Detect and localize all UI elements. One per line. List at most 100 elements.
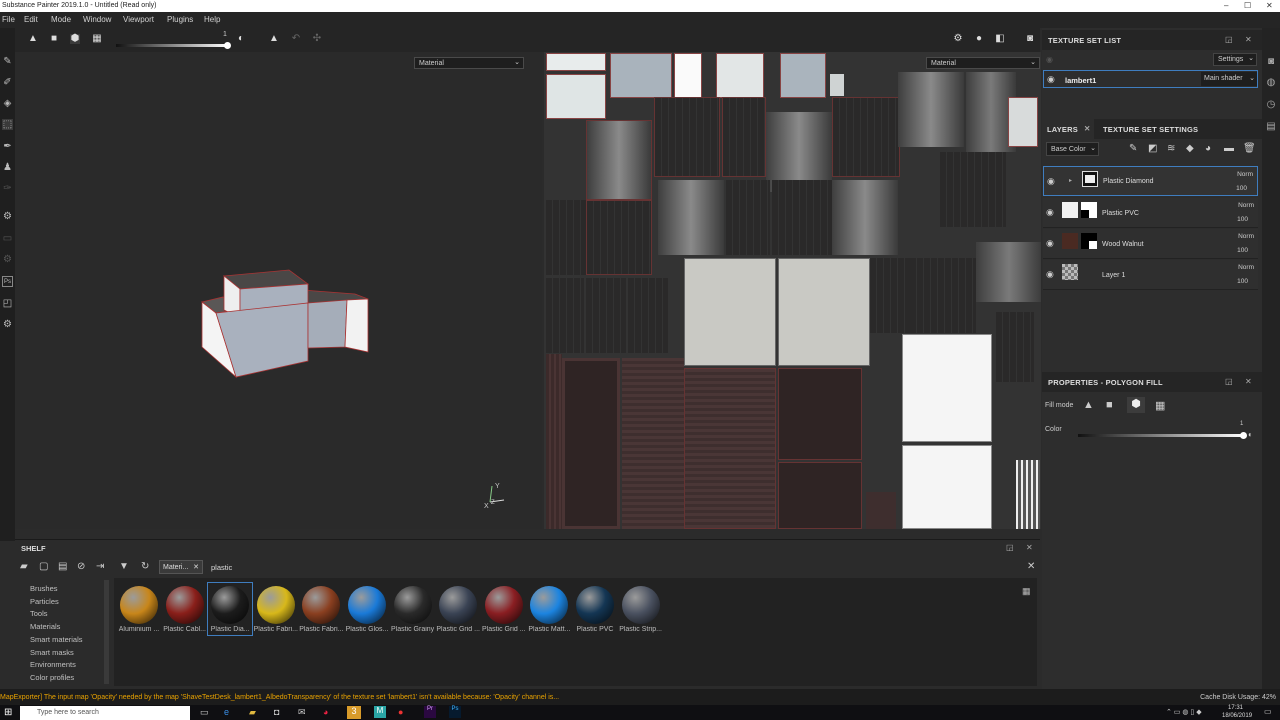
menu-help[interactable]: Help xyxy=(204,15,220,24)
layer-row[interactable]: ◉ Wood Walnut Norm 100 xyxy=(1043,229,1258,259)
layer-blend-mode[interactable]: Norm xyxy=(1238,264,1254,271)
shelf-undock-icon[interactable]: ◲ xyxy=(1006,543,1014,552)
menu-edit[interactable]: Edit xyxy=(24,15,38,24)
layer-blend-mode[interactable]: Norm xyxy=(1238,202,1254,209)
fill-uv-chunk-icon[interactable]: ▦ xyxy=(1155,399,1165,412)
hide-icon[interactable]: ⊘ xyxy=(77,561,85,572)
settings-dropdown[interactable]: Settings ⌄ xyxy=(1213,53,1257,66)
fill-triangle-icon[interactable]: ▲ xyxy=(1083,399,1094,411)
category-brushes[interactable]: Brushes xyxy=(30,584,58,593)
layer-row[interactable]: ◉ Plastic PVC Norm 100 xyxy=(1043,198,1258,228)
history-icon[interactable]: ◷ xyxy=(1265,99,1277,110)
settings-icon[interactable]: ⚙ xyxy=(2,254,13,265)
category-particles[interactable]: Particles xyxy=(30,597,59,606)
color-slider-handle[interactable] xyxy=(1240,432,1247,439)
clear-search-icon[interactable]: ✕ xyxy=(1027,561,1035,572)
add-effect-icon[interactable]: ✎ xyxy=(1129,143,1137,154)
mail-icon[interactable]: ✉ xyxy=(298,707,306,718)
layer-blend-mode[interactable]: Norm xyxy=(1237,171,1253,178)
layer-row[interactable]: ◉ Layer 1 Norm 100 xyxy=(1043,260,1258,290)
notifications-icon[interactable]: ▭ xyxy=(1264,707,1272,716)
viewport-2d[interactable]: Material ⌄ xyxy=(544,52,1041,529)
category-environments[interactable]: Environments xyxy=(30,660,76,669)
file-explorer-icon[interactable]: ▰ xyxy=(249,707,256,718)
tab-texture-set-settings[interactable]: TEXTURE SET SETTINGS xyxy=(1098,119,1208,139)
eye-icon[interactable]: ◉ xyxy=(1047,74,1055,85)
add-fill-layer-icon[interactable]: ◆ xyxy=(1186,143,1194,154)
symmetry-icon[interactable]: ◐ xyxy=(236,34,246,44)
color-slider[interactable] xyxy=(1078,434,1244,437)
add-smart-material-icon[interactable]: ◕ xyxy=(1205,143,1211,154)
smudge-icon[interactable]: ✒ xyxy=(2,141,13,152)
clone-icon[interactable]: ♟ xyxy=(2,162,13,173)
eye-icon[interactable]: ◉ xyxy=(1046,238,1054,249)
shelf-close-icon[interactable]: ✕ xyxy=(1026,543,1033,552)
maximize-button[interactable]: ☐ xyxy=(1244,1,1251,10)
menu-viewport[interactable]: Viewport xyxy=(123,15,154,24)
new-file-icon[interactable]: ▢ xyxy=(39,561,48,572)
category-materials[interactable]: Materials xyxy=(30,622,60,631)
checker-mode-icon[interactable]: ▦ xyxy=(92,34,102,44)
menu-window[interactable]: Window xyxy=(83,15,111,24)
folder-icon[interactable]: ▰ xyxy=(20,561,28,572)
display-settings-icon[interactable]: ◍ xyxy=(1265,77,1277,88)
toolbar-slider[interactable] xyxy=(116,44,228,47)
layer-opacity[interactable]: 100 xyxy=(1237,247,1248,254)
close-icon[interactable]: ✕ xyxy=(1245,377,1252,386)
tray-icons[interactable]: ⌃ ▭ ◍ ▯ ◆ xyxy=(1166,708,1202,716)
fill-object-icon[interactable]: ⬢ xyxy=(1127,397,1145,413)
material-thumbnail[interactable] xyxy=(256,586,295,624)
render-icon[interactable]: ◰ xyxy=(2,298,13,309)
material-thumbnail[interactable] xyxy=(165,586,204,624)
projection-icon[interactable]: ◈ xyxy=(2,98,13,109)
add-layer-icon[interactable]: ≋ xyxy=(1167,143,1175,154)
viewport-3d[interactable]: Material ⌄ X Y Z xyxy=(15,52,542,529)
viewport-2d-channel-dropdown[interactable]: Material ⌄ xyxy=(926,57,1040,69)
photoshop-taskbar-icon[interactable]: Ps xyxy=(449,706,461,718)
shelf-category-scrollbar[interactable] xyxy=(104,580,109,684)
add-folder-icon[interactable]: ▬ xyxy=(1224,143,1234,154)
close-icon[interactable]: ✕ xyxy=(193,563,199,571)
screenshot-icon[interactable]: ◙ xyxy=(1025,34,1035,44)
redo-icon[interactable]: ✣ xyxy=(312,34,322,44)
undo-icon[interactable]: ↶ xyxy=(291,34,301,44)
premiere-icon[interactable]: Pr xyxy=(424,706,436,718)
close-icon[interactable]: ✕ xyxy=(1084,124,1090,133)
minimize-button[interactable]: – xyxy=(1224,1,1228,10)
delete-layer-icon[interactable]: 🗑 xyxy=(1243,143,1256,154)
plugin-icon[interactable]: ⚙ xyxy=(2,319,13,330)
store-icon[interactable]: ◘ xyxy=(274,707,279,717)
maya-icon[interactable]: M xyxy=(374,706,386,718)
shelf-filter-tag[interactable]: Materi... ✕ xyxy=(159,560,203,574)
toolbar-slider-handle[interactable] xyxy=(224,42,231,49)
close-window-button[interactable]: ✕ xyxy=(1266,1,1273,10)
save-icon[interactable]: ▤ xyxy=(58,561,67,572)
bake-icon[interactable]: ⚙ xyxy=(2,211,13,222)
color-picker-icon[interactable]: ◐ xyxy=(1248,430,1253,439)
material-thumbnail[interactable] xyxy=(393,586,432,624)
chrome-icon[interactable]: ◕ xyxy=(323,707,328,717)
eye-icon[interactable]: ◉ xyxy=(1046,207,1054,218)
close-icon[interactable]: ✕ xyxy=(1245,35,1252,44)
taskbar-search-input[interactable]: Type here to search xyxy=(20,706,190,720)
eraser-icon[interactable]: ✐ xyxy=(2,77,13,88)
category-smart-masks[interactable]: Smart masks xyxy=(30,648,74,657)
undock-icon[interactable]: ◲ xyxy=(1225,377,1233,386)
material-thumbnail[interactable] xyxy=(120,586,158,624)
log-icon[interactable]: ▤ xyxy=(1265,121,1277,132)
texture-set-icon[interactable]: ◙ xyxy=(1265,56,1277,67)
material-thumbnail[interactable] xyxy=(348,586,386,624)
lighting-icon[interactable]: ● xyxy=(974,34,984,44)
refresh-icon[interactable]: ↻ xyxy=(141,561,149,572)
grid-view-icon[interactable]: ▦ xyxy=(1022,586,1031,597)
triangle-mode-icon[interactable]: ▲ xyxy=(28,34,38,44)
task-view-icon[interactable]: ▭ xyxy=(200,707,209,718)
layer-blend-mode[interactable]: Norm xyxy=(1238,233,1254,240)
category-smart-materials[interactable]: Smart materials xyxy=(30,635,83,644)
undock-icon[interactable]: ◲ xyxy=(1225,35,1233,44)
app-icon[interactable]: ● xyxy=(398,707,403,717)
material-picker-icon[interactable]: ✑ xyxy=(2,183,13,194)
filter-icon[interactable]: ▼ xyxy=(119,561,129,572)
shelf-search-input[interactable]: plastic xyxy=(207,560,1037,574)
menu-file[interactable]: File xyxy=(2,15,15,24)
